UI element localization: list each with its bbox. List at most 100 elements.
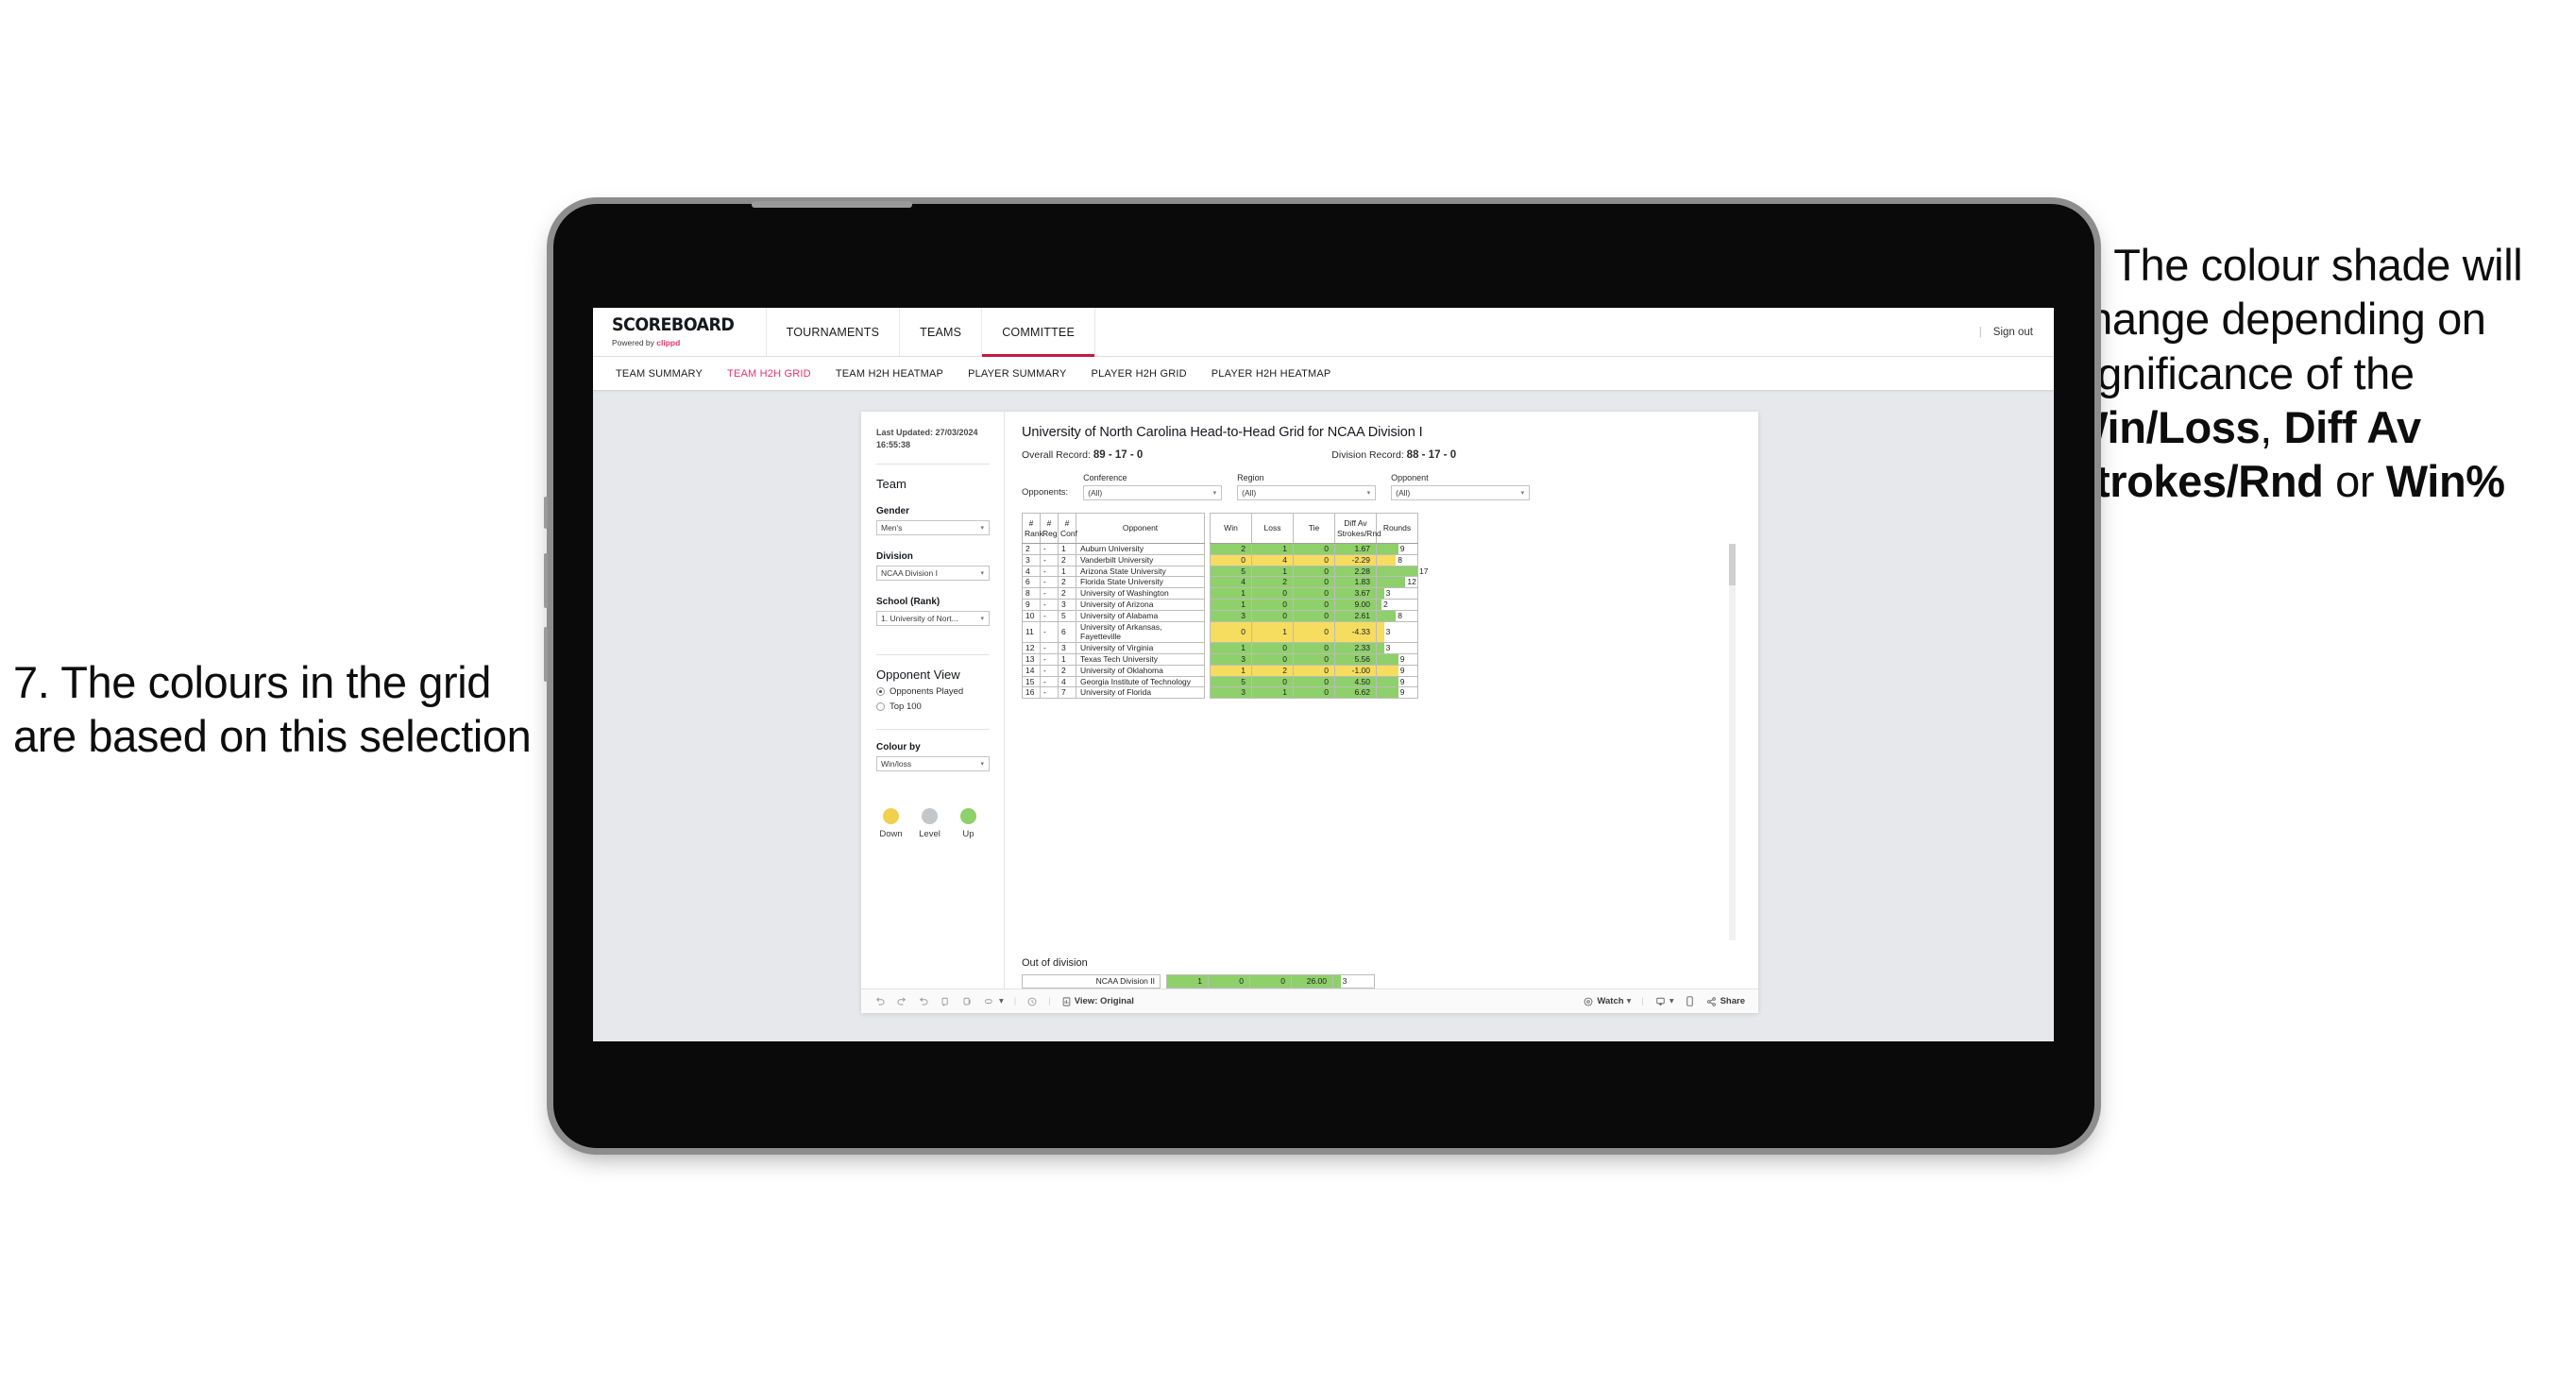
cell-win: 1 — [1210, 664, 1252, 677]
conference-filter-select[interactable]: (All) ▾ — [1083, 485, 1223, 500]
table-row[interactable]: 14-2 University of Oklahoma 1 2 0 -1.00 9 — [1022, 664, 1418, 677]
sidebar-heading-team: Team — [876, 477, 907, 492]
cell-diff: 1.83 — [1334, 576, 1377, 589]
col-header-reg: # Reg — [1040, 513, 1059, 544]
conference-filter-value: (All) — [1088, 488, 1103, 498]
legend-label-level: Level — [919, 829, 941, 840]
school-rank-select[interactable]: 1. University of Nort... ▾ — [876, 611, 990, 627]
table-row[interactable]: 16-7 University of Florida 3 1 0 6.62 9 — [1022, 686, 1418, 700]
tab-player-h2h-grid[interactable]: PLAYER H2H GRID — [1092, 368, 1187, 380]
tab-player-summary[interactable]: PLAYER SUMMARY — [968, 368, 1066, 380]
division-label: Division — [876, 551, 913, 563]
out-of-division-section: Out of division NCAA Division II 1 0 0 26.00… — [1022, 944, 1743, 989]
watch-button[interactable]: Watch ▾ — [1583, 996, 1631, 1007]
radio-top-100-label: Top 100 — [890, 701, 922, 713]
table-scrollbar-track[interactable] — [1729, 544, 1736, 940]
table-row[interactable]: 8-2 University of Washington 1 0 0 3.67 3 — [1022, 587, 1418, 600]
history-icon[interactable] — [1026, 996, 1038, 1007]
out-of-division-row[interactable]: NCAA Division II 1 0 0 26.00 3 — [1022, 974, 1375, 989]
table-row[interactable]: 9-3 University of Arizona 1 0 0 9.00 2 — [1022, 598, 1418, 611]
table-row[interactable]: 3-2 Vanderbilt University 0 4 0 -2.29 8 — [1022, 553, 1418, 566]
table-row[interactable]: 12-3 University of Virginia 1 0 0 2.33 3 — [1022, 642, 1418, 654]
h2h-table-container: # Rank # Reg # Conf Opponent Win Loss Ti… — [1022, 513, 1743, 944]
undo-icon[interactable] — [874, 996, 886, 1007]
radio-top-100[interactable]: Top 100 — [876, 701, 990, 712]
chevron-down-icon: ▾ — [980, 525, 984, 532]
toolbar-divider-1: | — [1013, 996, 1017, 1006]
cell-rank: 11 — [1022, 620, 1041, 644]
tablet-top-sensor — [752, 201, 912, 208]
brand-sub-clippd: clippd — [656, 338, 681, 347]
topnav-item-teams[interactable]: TEAMS — [900, 308, 983, 356]
table-row[interactable]: 10-5 University of Alabama 3 0 0 2.61 8 — [1022, 609, 1418, 622]
revert-icon[interactable] — [918, 996, 929, 1007]
rounds-value: 3 — [1385, 626, 1391, 636]
gender-select[interactable]: Men's ▾ — [876, 520, 990, 536]
sign-out-link[interactable]: Sign out — [1993, 327, 2033, 338]
cell-loss: 0 — [1251, 652, 1294, 666]
cell-opponent: Florida State University — [1076, 576, 1205, 589]
pause-updates-icon[interactable] — [961, 996, 973, 1007]
chevron-down-icon: ▾ — [980, 570, 984, 578]
cell-division-label: NCAA Division II — [1022, 974, 1161, 989]
refresh-data-icon[interactable] — [940, 996, 951, 1007]
topnav-item-tournaments[interactable]: TOURNAMENTS — [767, 308, 901, 356]
tab-team-h2h-grid[interactable]: TEAM H2H GRID — [727, 368, 811, 380]
device-preview-icon[interactable] — [1685, 995, 1695, 1007]
view-original-button[interactable]: View: Original — [1061, 996, 1134, 1007]
toolbar-divider-2: | — [1048, 996, 1051, 1006]
cell-rounds: 12 — [1376, 576, 1418, 589]
cell-loss: 0 — [1251, 609, 1294, 622]
cell-loss: 1 — [1251, 620, 1294, 644]
tablet-volume-down-button[interactable] — [544, 627, 548, 682]
division-select[interactable]: NCAA Division I ▾ — [876, 566, 990, 582]
redo-icon[interactable] — [896, 996, 907, 1007]
table-row[interactable]: 13-1 Texas Tech University 3 0 0 5.56 9 — [1022, 652, 1418, 666]
table-row[interactable]: 4-1 Arizona State University 5 1 0 2.28 17 — [1022, 565, 1428, 578]
tab-team-summary[interactable]: TEAM SUMMARY — [616, 368, 703, 380]
opponent-filter-select[interactable]: (All) ▾ — [1391, 485, 1531, 500]
download-icon[interactable]: ▾ — [1654, 996, 1674, 1007]
rounds-bar — [1333, 975, 1341, 988]
table-scrollbar-thumb[interactable] — [1729, 544, 1736, 585]
tablet-volume-up-button[interactable] — [544, 553, 548, 608]
brand-logo[interactable]: SCOREBOARD Powered by clippd — [593, 308, 767, 356]
table-row[interactable]: 15-4 Georgia Institute of Technology 5 0 0 4.… — [1022, 675, 1418, 688]
radio-opponents-played[interactable]: Opponents Played — [876, 686, 990, 697]
rounds-value: 9 — [1399, 665, 1405, 675]
h2h-header-row: # Rank # Reg # Conf Opponent Win Loss Ti… — [1022, 513, 1418, 544]
cell-diff: 3.67 — [1334, 587, 1377, 600]
colour-by-select-value: Win/loss — [881, 759, 912, 769]
opponent-filter-label: Opponent — [1391, 473, 1429, 482]
topnav-item-committee[interactable]: COMMITTEE — [982, 308, 1095, 357]
table-row[interactable]: 6-2 Florida State University 4 2 0 1.83 12 — [1022, 576, 1418, 589]
sidebar-divider-3 — [876, 729, 990, 731]
tablet-device-frame: SCOREBOARD Powered by clippd TOURNAMENTS… — [544, 201, 2094, 1148]
rounds-value: 2 — [1383, 599, 1388, 609]
cell-reg: - — [1040, 675, 1059, 688]
chevron-down-icon: ▾ — [980, 616, 984, 623]
cell-loss: 0 — [1251, 642, 1294, 654]
share-button[interactable]: Share — [1705, 996, 1745, 1007]
tab-team-h2h-heatmap[interactable]: TEAM H2H HEATMAP — [836, 368, 943, 380]
rounds-value: 17 — [1419, 566, 1429, 576]
highlight-icon[interactable]: ▾ — [983, 996, 1004, 1007]
cell-reg: - — [1040, 686, 1059, 700]
table-row[interactable]: 2-1 Auburn University 2 1 0 1.67 9 — [1022, 543, 1418, 555]
rounds-value: 9 — [1399, 653, 1405, 664]
cell-rounds: 3 — [1332, 974, 1375, 989]
cell-conf: 3 — [1058, 642, 1076, 654]
chevron-down-icon: ▾ — [1520, 490, 1525, 497]
division-record-value: 88 - 17 - 0 — [1406, 449, 1457, 461]
overall-record: Overall Record: 89 - 17 - 0 — [1022, 449, 1143, 461]
rounds-value: 12 — [1407, 577, 1416, 587]
region-filter-select[interactable]: (All) ▾ — [1237, 485, 1377, 500]
chevron-down-icon: ▾ — [1366, 490, 1371, 497]
rounds-value: 3 — [1385, 643, 1391, 653]
last-updated-text: Last Updated: 27/03/2024 16:55:38 — [876, 428, 978, 450]
colour-by-select[interactable]: Win/loss ▾ — [876, 756, 990, 772]
tab-player-h2h-heatmap[interactable]: PLAYER H2H HEATMAP — [1212, 368, 1331, 380]
tablet-power-button[interactable] — [544, 497, 548, 529]
table-row[interactable]: 11-6 University of Arkansas, Fayetteville… — [1022, 620, 1418, 644]
cell-loss: 2 — [1251, 664, 1294, 677]
